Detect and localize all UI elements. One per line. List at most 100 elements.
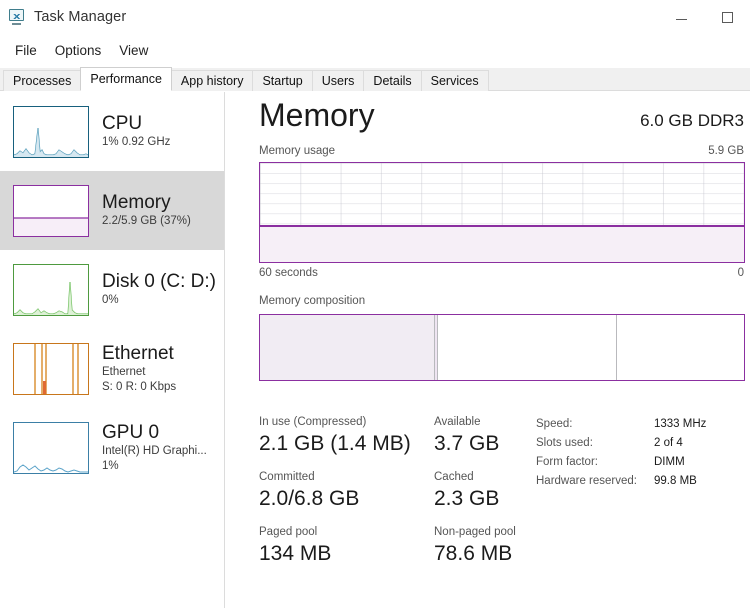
sidebar-item-disk[interactable]: Disk 0 (C: D:) 0% xyxy=(0,250,224,329)
detail-hardware-reserved-key: Hardware reserved: xyxy=(536,475,637,487)
sidebar-item-gpu-sub2: 1% xyxy=(102,459,119,472)
detail-form-factor-value: DIMM xyxy=(654,456,685,468)
sidebar-item-gpu-title: GPU 0 xyxy=(102,421,160,443)
stat-available-label: Available xyxy=(434,416,481,428)
stat-row-3: Paged pool 134 MB Non-paged pool 78.6 MB xyxy=(259,524,544,568)
ethernet-mini-graph xyxy=(13,342,89,395)
stat-paged-pool-value: 134 MB xyxy=(259,542,332,565)
chart-usage-area xyxy=(260,225,744,262)
memory-usage-chart xyxy=(259,162,745,263)
usage-caption-label: Memory usage xyxy=(259,145,336,157)
stat-cached-value: 2.3 GB xyxy=(434,487,500,510)
detail-form-factor: Form factor: DIMM xyxy=(536,453,748,472)
sidebar-item-memory-sub: 2.2/5.9 GB (37%) xyxy=(102,215,191,227)
stat-paged-pool: Paged pool 134 MB xyxy=(259,524,434,568)
stat-available: Available 3.7 GB xyxy=(434,414,544,458)
detail-slots-used-value: 2 of 4 xyxy=(654,437,683,449)
memory-mini-graph xyxy=(13,184,89,237)
menu-bar: File Options View xyxy=(0,38,750,62)
stat-in-use-label: In use (Compressed) xyxy=(259,416,367,428)
stat-cached: Cached 2.3 GB xyxy=(434,469,544,513)
composition-caption: Memory composition xyxy=(259,295,366,307)
memory-stats-left: In use (Compressed) 2.1 GB (1.4 MB) Avai… xyxy=(259,414,544,579)
menu-item-options[interactable]: Options xyxy=(46,41,111,60)
stat-committed: Committed 2.0/6.8 GB xyxy=(259,469,434,513)
sidebar-item-cpu-sub: 1% 0.92 GHz xyxy=(102,136,171,148)
tab-processes[interactable]: Processes xyxy=(3,70,82,91)
sidebar-item-memory[interactable]: Memory 2.2/5.9 GB (37%) xyxy=(0,171,224,250)
tab-users[interactable]: Users xyxy=(311,70,365,91)
usage-caption-row: Memory usage 5.9 GB xyxy=(259,145,744,157)
time-axis-row: 60 seconds 0 xyxy=(259,267,744,279)
time-axis-right: 0 xyxy=(737,267,744,279)
title-bar: Task Manager xyxy=(0,0,750,34)
panel-header: Memory 6.0 GB DDR3 xyxy=(259,95,744,135)
memory-composition-bar xyxy=(259,314,745,381)
stat-available-value: 3.7 GB xyxy=(434,432,500,455)
detail-slots-used: Slots used: 2 of 4 xyxy=(536,434,748,453)
minimize-icon xyxy=(675,19,687,20)
task-manager-window: Task Manager File Options View Processes… xyxy=(0,0,750,608)
sidebar-item-gpu-sub1: Intel(R) HD Graphi... xyxy=(102,444,207,457)
sidebar-item-disk-sub: 0% xyxy=(102,294,119,306)
cpu-mini-graph xyxy=(13,105,89,158)
detail-hardware-reserved-value: 99.8 MB xyxy=(654,475,697,487)
sidebar-item-ethernet-sub1: Ethernet xyxy=(102,365,146,378)
sidebar-item-gpu[interactable]: GPU 0 Intel(R) HD Graphi... 1% xyxy=(0,408,224,487)
sidebar-item-gpu-text: GPU 0 Intel(R) HD Graphi... 1% xyxy=(102,422,207,474)
stat-in-use: In use (Compressed) 2.1 GB (1.4 MB) xyxy=(259,414,434,458)
detail-speed: Speed: 1333 MHz xyxy=(536,415,748,434)
detail-speed-key: Speed: xyxy=(536,418,573,430)
stat-non-paged-pool: Non-paged pool 78.6 MB xyxy=(434,524,544,568)
task-manager-icon xyxy=(8,9,26,25)
sidebar-item-ethernet-title: Ethernet xyxy=(102,342,174,364)
tab-details[interactable]: Details xyxy=(363,70,422,91)
maximize-button[interactable] xyxy=(704,0,750,34)
sidebar-item-cpu-title: CPU xyxy=(102,113,143,134)
tab-services[interactable]: Services xyxy=(420,70,489,91)
stat-cached-label: Cached xyxy=(434,471,474,483)
sidebar-item-memory-title: Memory xyxy=(102,192,171,213)
disk-mini-graph xyxy=(13,263,89,316)
tab-performance[interactable]: Performance xyxy=(80,67,172,91)
sidebar-item-cpu[interactable]: CPU 1% 0.92 GHz xyxy=(0,92,224,171)
stat-row-1: In use (Compressed) 2.1 GB (1.4 MB) Avai… xyxy=(259,414,544,458)
tab-strip: Processes Performance App history Startu… xyxy=(0,67,750,91)
tab-startup[interactable]: Startup xyxy=(252,70,313,91)
minimize-button[interactable] xyxy=(658,0,704,34)
stat-row-2: Committed 2.0/6.8 GB Cached 2.3 GB xyxy=(259,469,544,513)
composition-segment-in-use xyxy=(260,315,435,380)
composition-segment-free xyxy=(617,315,744,380)
resource-sidebar: CPU 1% 0.92 GHz Memory 2.2/5.9 GB (37%) xyxy=(0,92,225,608)
window-title: Task Manager xyxy=(34,9,127,25)
sidebar-item-disk-title: Disk 0 (C: D:) xyxy=(102,271,216,292)
gpu-mini-graph xyxy=(13,421,89,474)
time-axis-left: 60 seconds xyxy=(259,267,318,279)
stat-paged-pool-label: Paged pool xyxy=(259,526,318,538)
usage-axis-max: 5.9 GB xyxy=(708,145,744,157)
menu-item-file[interactable]: File xyxy=(6,41,46,60)
detail-slots-used-key: Slots used: xyxy=(536,437,593,449)
detail-hardware-reserved: Hardware reserved: 99.8 MB xyxy=(536,472,748,491)
sidebar-item-ethernet-sub2: S: 0 R: 0 Kbps xyxy=(102,380,177,393)
sidebar-item-ethernet-text: Ethernet Ethernet S: 0 R: 0 Kbps xyxy=(102,343,176,395)
stat-committed-value: 2.0/6.8 GB xyxy=(259,487,360,510)
stat-non-paged-pool-label: Non-paged pool xyxy=(434,526,516,538)
memory-summary: 6.0 GB DDR3 xyxy=(640,111,744,130)
page-title: Memory xyxy=(259,97,375,133)
composition-segment-standby xyxy=(438,315,617,380)
memory-detail-panel: Memory 6.0 GB DDR3 Memory usage 5.9 GB 6… xyxy=(226,92,750,608)
sidebar-item-memory-text: Memory 2.2/5.9 GB (37%) xyxy=(102,192,191,229)
stat-committed-label: Committed xyxy=(259,471,315,483)
menu-item-view[interactable]: View xyxy=(110,41,157,60)
detail-form-factor-key: Form factor: xyxy=(536,456,598,468)
memory-hardware-details: Speed: 1333 MHz Slots used: 2 of 4 Form … xyxy=(536,415,748,491)
sidebar-item-cpu-text: CPU 1% 0.92 GHz xyxy=(102,113,170,150)
sidebar-item-disk-text: Disk 0 (C: D:) 0% xyxy=(102,271,216,308)
tab-app-history[interactable]: App history xyxy=(170,70,254,91)
stat-non-paged-pool-value: 78.6 MB xyxy=(434,542,513,565)
sidebar-item-ethernet[interactable]: Ethernet Ethernet S: 0 R: 0 Kbps xyxy=(0,329,224,408)
maximize-icon xyxy=(721,11,733,23)
stat-in-use-value: 2.1 GB (1.4 MB) xyxy=(259,432,411,455)
window-controls xyxy=(658,0,750,34)
